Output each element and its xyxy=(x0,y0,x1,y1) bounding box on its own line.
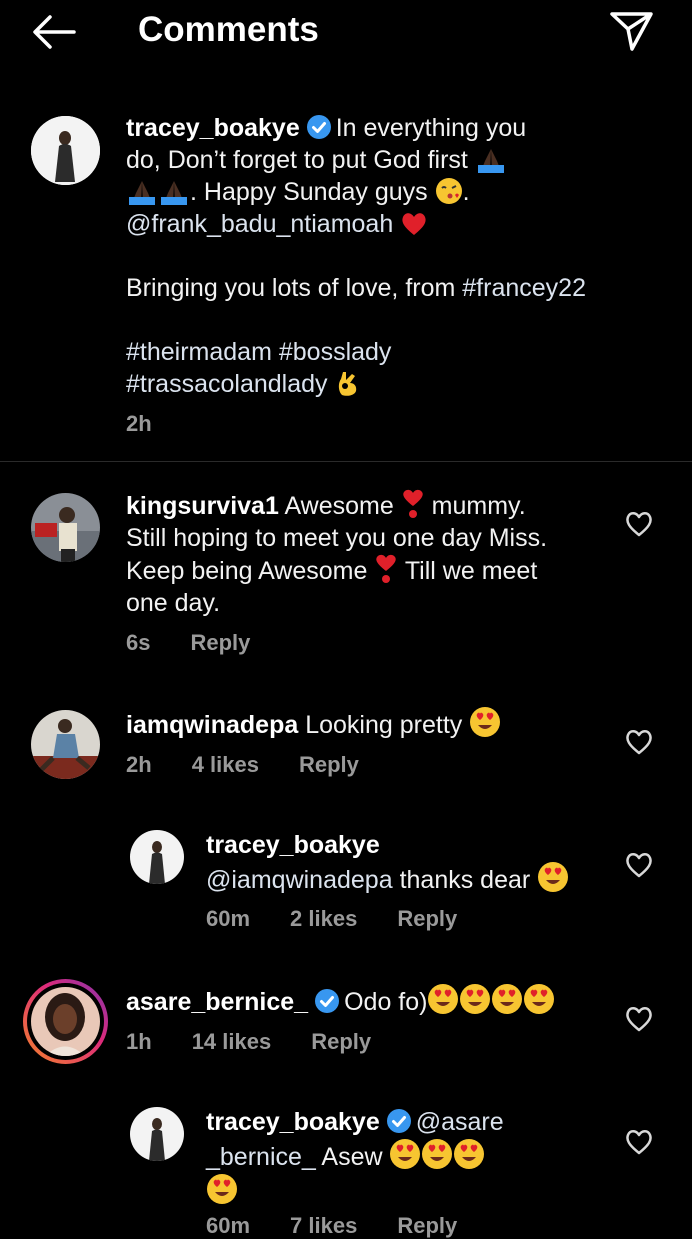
reply-text: tracey_boakye @iamqwinadepa thanks dear xyxy=(206,829,616,896)
timestamp: 60m xyxy=(206,906,251,931)
timestamp: 1h xyxy=(126,1029,152,1054)
like-button[interactable] xyxy=(624,1005,654,1033)
hashtag-link[interactable]: #bosslady xyxy=(279,338,392,366)
heart-outline-icon xyxy=(626,853,652,878)
caption-username[interactable]: tracey_boakye xyxy=(126,114,300,142)
heart-eyes-emoji-icon xyxy=(428,984,459,1014)
likes-count[interactable]: 7 likes xyxy=(290,1213,357,1238)
heart-outline-icon xyxy=(626,1007,652,1032)
reply-button[interactable]: Reply xyxy=(190,630,250,655)
hashtag-link[interactable]: #francey22 xyxy=(462,274,586,302)
likes-count[interactable]: 4 likes xyxy=(192,752,259,777)
mention-link[interactable]: _bernice_ xyxy=(206,1143,316,1171)
like-button[interactable] xyxy=(624,1128,654,1156)
timestamp: 60m xyxy=(206,1213,251,1238)
caption-meta: 2h xyxy=(126,411,192,437)
reply-button[interactable]: Reply xyxy=(397,1213,457,1238)
mention-link[interactable]: @asare xyxy=(416,1108,504,1136)
hashtag-link[interactable]: #theirmadam xyxy=(126,338,272,366)
avatar[interactable] xyxy=(130,1107,184,1161)
reply-button[interactable]: Reply xyxy=(311,1029,371,1054)
ok-hand-emoji-icon xyxy=(339,372,357,396)
reply-meta: 60m 2 likes Reply xyxy=(206,906,497,932)
heart-eyes-emoji-icon xyxy=(524,984,555,1014)
hashtag-link[interactable]: #trassacolandlady xyxy=(126,370,328,398)
heart-eyes-emoji-icon xyxy=(470,707,501,737)
heart-eyes-emoji-icon xyxy=(390,1139,421,1169)
story-ring-avatar[interactable] xyxy=(23,979,108,1064)
reply-meta: 60m 7 likes Reply xyxy=(206,1213,497,1239)
timestamp: 2h xyxy=(126,752,152,777)
heart-eyes-emoji-icon xyxy=(207,1174,237,1204)
avatar[interactable] xyxy=(31,116,100,185)
comment-text: asare_bernice_ Odo fo) xyxy=(126,983,606,1018)
reply-username[interactable]: tracey_boakye xyxy=(206,1108,380,1136)
page-title: Comments xyxy=(138,10,319,49)
reply-button[interactable]: Reply xyxy=(299,752,359,777)
heart-outline-icon xyxy=(626,730,652,755)
comment-meta: 6s Reply xyxy=(126,630,290,656)
heart-eyes-emoji-icon xyxy=(422,1139,453,1169)
likes-count[interactable]: 2 likes xyxy=(290,906,357,931)
comment-username[interactable]: iamqwinadepa xyxy=(126,711,298,739)
mention-link[interactable]: @iamqwinadepa xyxy=(206,866,393,894)
timestamp: 2h xyxy=(126,411,152,436)
divider xyxy=(0,461,692,462)
heart-eyes-emoji-icon xyxy=(454,1139,485,1169)
back-button[interactable] xyxy=(28,12,80,52)
heart-eyes-emoji-icon xyxy=(460,984,491,1014)
heart-eyes-emoji-icon xyxy=(538,862,569,892)
reply-button[interactable]: Reply xyxy=(397,906,457,931)
heart-outline-icon xyxy=(626,512,652,537)
praying-hands-emoji-icon xyxy=(161,181,187,205)
verified-badge-icon xyxy=(386,1109,411,1133)
comment-text: kingsurviva1 Awesome mummy. Still hoping… xyxy=(126,489,606,619)
comment-username[interactable]: kingsurviva1 xyxy=(126,492,279,520)
comment-username[interactable]: asare_bernice_ xyxy=(126,988,308,1016)
heart-outline-icon xyxy=(626,1130,652,1155)
paper-plane-icon xyxy=(610,12,653,51)
avatar[interactable] xyxy=(31,710,100,779)
timestamp: 6s xyxy=(126,630,151,655)
red-heart-exclamation-emoji-icon xyxy=(376,554,397,583)
share-button[interactable] xyxy=(606,8,656,54)
reply-text: tracey_boakye @asare _bernice_ Asew xyxy=(206,1106,616,1208)
verified-badge-icon xyxy=(315,989,340,1013)
comment-meta: 2h 4 likes Reply xyxy=(126,752,399,778)
red-heart-emoji-icon xyxy=(402,213,426,235)
praying-hands-emoji-icon xyxy=(129,181,155,205)
caption-text: tracey_boakye In everything you do, Don’t… xyxy=(126,114,586,398)
comment-meta: 1h 14 likes Reply xyxy=(126,1029,411,1055)
heart-eyes-emoji-icon xyxy=(492,984,523,1014)
top-bar: Comments xyxy=(0,0,692,64)
mention-link[interactable]: @frank_badu_ntiamoah xyxy=(126,210,393,238)
verified-badge-icon xyxy=(306,115,331,139)
likes-count[interactable]: 14 likes xyxy=(192,1029,272,1054)
red-heart-exclamation-emoji-icon xyxy=(403,489,423,518)
reply-username[interactable]: tracey_boakye xyxy=(206,831,380,859)
avatar[interactable] xyxy=(31,493,100,562)
like-button[interactable] xyxy=(624,851,654,879)
arrow-left-icon xyxy=(33,15,76,49)
like-button[interactable] xyxy=(624,728,654,756)
kiss-face-emoji-icon xyxy=(435,178,462,204)
comment-text: iamqwinadepa Looking pretty xyxy=(126,706,606,741)
praying-hands-emoji-icon xyxy=(477,149,504,173)
avatar[interactable] xyxy=(130,830,184,884)
like-button[interactable] xyxy=(624,510,654,538)
